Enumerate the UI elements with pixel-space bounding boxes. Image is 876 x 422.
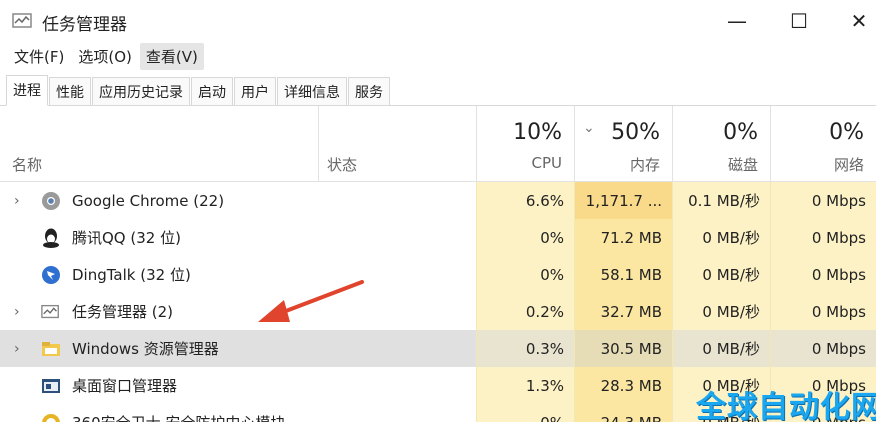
column-status: 状态 bbox=[327, 156, 358, 174]
memory-value: 32.7 MB bbox=[574, 293, 672, 330]
process-name: 任务管理器 (2) bbox=[72, 303, 174, 321]
cpu-label: CPU bbox=[531, 154, 563, 172]
minimize-button[interactable]: — bbox=[714, 6, 760, 36]
360-icon bbox=[40, 412, 62, 422]
memory-value: 24.3 MB bbox=[574, 404, 672, 422]
menu-file[interactable]: 文件(F) bbox=[8, 43, 70, 70]
tab-app-history[interactable]: 应用历史记录 bbox=[92, 77, 190, 105]
process-name: 桌面窗口管理器 bbox=[72, 377, 178, 395]
expand-chevron-icon[interactable]: › bbox=[0, 341, 40, 357]
memory-label: 内存 bbox=[629, 156, 660, 174]
column-header: 名称 状态 10% CPU ⌄ 50% 内存 0% 磁盘 0% 网络 bbox=[0, 106, 876, 182]
network-value: 0 Mbps bbox=[770, 330, 876, 367]
disk-value: 0 MB/秒 bbox=[672, 293, 770, 330]
column-memory[interactable]: ⌄ 50% 内存 bbox=[574, 106, 672, 182]
memory-total: 50% bbox=[611, 120, 660, 145]
sort-chevron-icon: ⌄ bbox=[583, 120, 595, 136]
column-name[interactable]: 名称 bbox=[12, 154, 42, 175]
column-disk[interactable]: 0% 磁盘 bbox=[672, 106, 770, 182]
maximize-button[interactable]: ☐ bbox=[776, 6, 822, 36]
table-row[interactable]: › 任务管理器 (2) 0.2% 32.7 MB 0 MB/秒 0 Mbps bbox=[0, 293, 876, 330]
cpu-value: 0.2% bbox=[476, 293, 574, 330]
folder-icon bbox=[40, 338, 62, 360]
process-name: 腾讯QQ (32 位) bbox=[72, 229, 181, 247]
column-network[interactable]: 0% 网络 bbox=[770, 106, 876, 182]
process-name: DingTalk (32 位) bbox=[72, 266, 191, 284]
network-value: 0 Mbps bbox=[770, 219, 876, 256]
tab-processes[interactable]: 进程 bbox=[6, 75, 48, 106]
process-name: Windows 资源管理器 bbox=[72, 340, 219, 358]
table-row[interactable]: › Windows 资源管理器 0.3% 30.5 MB 0 MB/秒 0 Mb… bbox=[0, 330, 876, 367]
tab-startup[interactable]: 启动 bbox=[191, 77, 233, 105]
disk-total: 0% bbox=[723, 120, 758, 145]
tab-performance[interactable]: 性能 bbox=[49, 77, 91, 105]
cpu-value: 6.6% bbox=[476, 182, 574, 219]
disk-value: 0 MB/秒 bbox=[672, 330, 770, 367]
task-manager-icon bbox=[12, 13, 32, 28]
cpu-value: 0% bbox=[476, 256, 574, 293]
disk-label: 磁盘 bbox=[727, 156, 758, 174]
dingtalk-icon bbox=[40, 264, 62, 286]
window-manager-icon bbox=[40, 375, 62, 397]
menu-options[interactable]: 选项(O) bbox=[72, 43, 138, 70]
task-manager-icon bbox=[40, 301, 62, 323]
window-title: 任务管理器 bbox=[42, 15, 127, 35]
column-cpu[interactable]: 10% CPU bbox=[476, 106, 574, 182]
memory-value: 30.5 MB bbox=[574, 330, 672, 367]
cpu-total: 10% bbox=[513, 120, 562, 145]
memory-value: 58.1 MB bbox=[574, 256, 672, 293]
process-name: 360安全卫士 安全防护中心模块 bbox=[72, 412, 285, 422]
tab-services[interactable]: 服务 bbox=[348, 77, 390, 105]
expand-chevron-icon[interactable]: › bbox=[0, 193, 40, 209]
memory-value: 1,171.7 ... bbox=[574, 182, 672, 219]
expand-chevron-icon[interactable]: › bbox=[0, 304, 40, 320]
menu-bar: 文件(F) 选项(O) 查看(V) bbox=[0, 42, 876, 70]
disk-value: 0 MB/秒 bbox=[672, 219, 770, 256]
cpu-value: 0% bbox=[476, 404, 574, 422]
column-status-cell[interactable]: 状态 bbox=[318, 106, 476, 182]
network-total: 0% bbox=[829, 120, 864, 145]
tab-details[interactable]: 详细信息 bbox=[277, 77, 347, 105]
disk-value: 0.1 MB/秒 bbox=[672, 182, 770, 219]
cpu-value: 0.3% bbox=[476, 330, 574, 367]
table-row[interactable]: › Google Chrome (22) 6.6% 1,171.7 ... 0.… bbox=[0, 182, 876, 219]
cpu-value: 1.3% bbox=[476, 367, 574, 404]
watermark-logo: 全球自动化网 bbox=[696, 390, 876, 422]
network-label: 网络 bbox=[833, 156, 864, 174]
title-bar: 任务管理器 — ☐ ✕ bbox=[0, 0, 876, 42]
memory-value: 28.3 MB bbox=[574, 367, 672, 404]
disk-value: 0 MB/秒 bbox=[672, 256, 770, 293]
chrome-icon bbox=[40, 190, 62, 212]
cpu-value: 0% bbox=[476, 219, 574, 256]
menu-view[interactable]: 查看(V) bbox=[139, 42, 204, 70]
table-row[interactable]: 腾讯QQ (32 位) 0% 71.2 MB 0 MB/秒 0 Mbps bbox=[0, 219, 876, 256]
tab-users[interactable]: 用户 bbox=[234, 77, 276, 105]
network-value: 0 Mbps bbox=[770, 182, 876, 219]
network-value: 0 Mbps bbox=[770, 256, 876, 293]
table-row[interactable]: DingTalk (32 位) 0% 58.1 MB 0 MB/秒 0 Mbps bbox=[0, 256, 876, 293]
qq-icon bbox=[40, 227, 62, 249]
memory-value: 71.2 MB bbox=[574, 219, 672, 256]
network-value: 0 Mbps bbox=[770, 293, 876, 330]
process-name: Google Chrome (22) bbox=[72, 191, 225, 210]
tab-bar: 进程 性能 应用历史记录 启动 用户 详细信息 服务 bbox=[0, 74, 876, 106]
close-button[interactable]: ✕ bbox=[836, 6, 876, 36]
